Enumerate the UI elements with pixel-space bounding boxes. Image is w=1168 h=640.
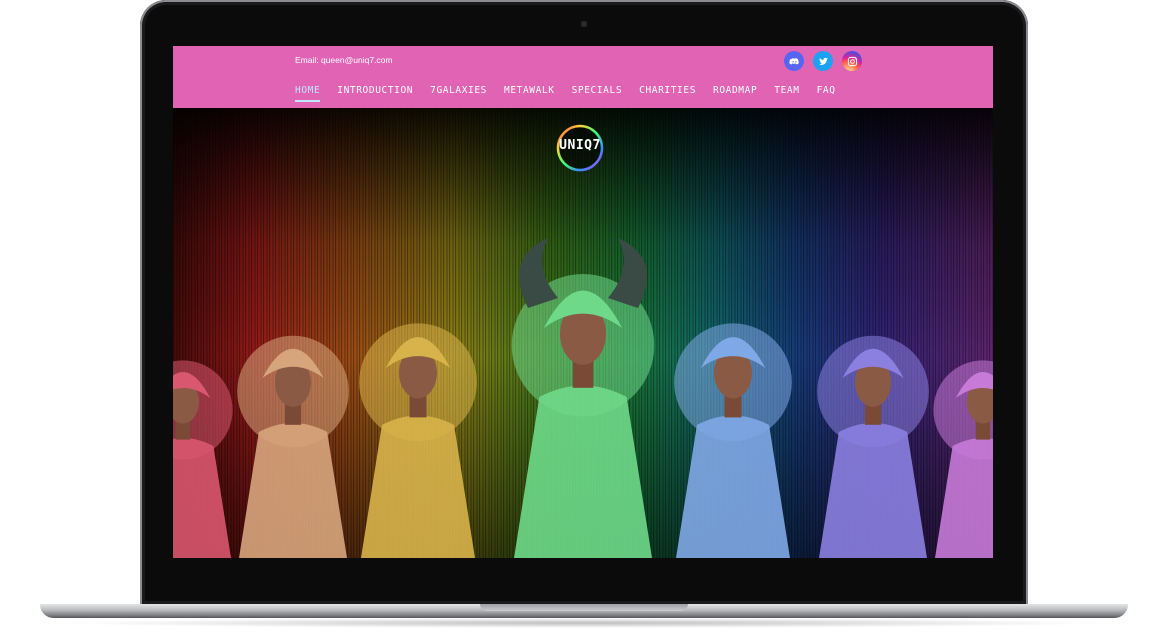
website-screen: Email: queen@uniq7.com HOME INTRODUCTION 7… <box>173 46 993 558</box>
queen-figure <box>237 335 349 558</box>
laptop-hinge-notch <box>480 604 688 611</box>
queen-figure <box>511 273 655 558</box>
queen-figure <box>359 323 477 558</box>
queen-figure <box>933 360 993 558</box>
queen-figure <box>173 360 233 558</box>
discord-icon[interactable] <box>784 51 804 71</box>
nav-item-charities[interactable]: CHARITIES <box>639 85 696 100</box>
site-header: Email: queen@uniq7.com HOME INTRODUCTION 7… <box>173 46 993 108</box>
nav-item-home[interactable]: HOME <box>295 85 321 102</box>
nav-item-team[interactable]: TEAM <box>774 85 799 100</box>
contact-email[interactable]: Email: queen@uniq7.com <box>295 55 392 65</box>
twitter-icon[interactable] <box>813 51 833 71</box>
main-navigation: HOME INTRODUCTION 7GALAXIES METAWALK SPECIAL… <box>295 85 836 102</box>
nav-item-metawalk[interactable]: METAWALK <box>504 85 555 100</box>
laptop-shadow <box>60 618 1108 628</box>
nav-item-introduction[interactable]: INTRODUCTION <box>337 85 413 100</box>
social-links <box>784 51 862 71</box>
webcam-icon <box>581 21 587 27</box>
queen-figure <box>674 323 792 558</box>
hero-banner: UNIQ7 <box>173 108 993 558</box>
nav-item-roadmap[interactable]: ROADMAP <box>713 85 757 100</box>
queen-figure <box>817 335 929 558</box>
nav-item-specials[interactable]: SPECIALS <box>572 85 623 100</box>
nav-item-7galaxies[interactable]: 7GALAXIES <box>430 85 487 100</box>
nav-item-faq[interactable]: FAQ <box>817 85 836 100</box>
instagram-icon[interactable] <box>842 51 862 71</box>
drag-queens-artwork <box>173 238 993 558</box>
